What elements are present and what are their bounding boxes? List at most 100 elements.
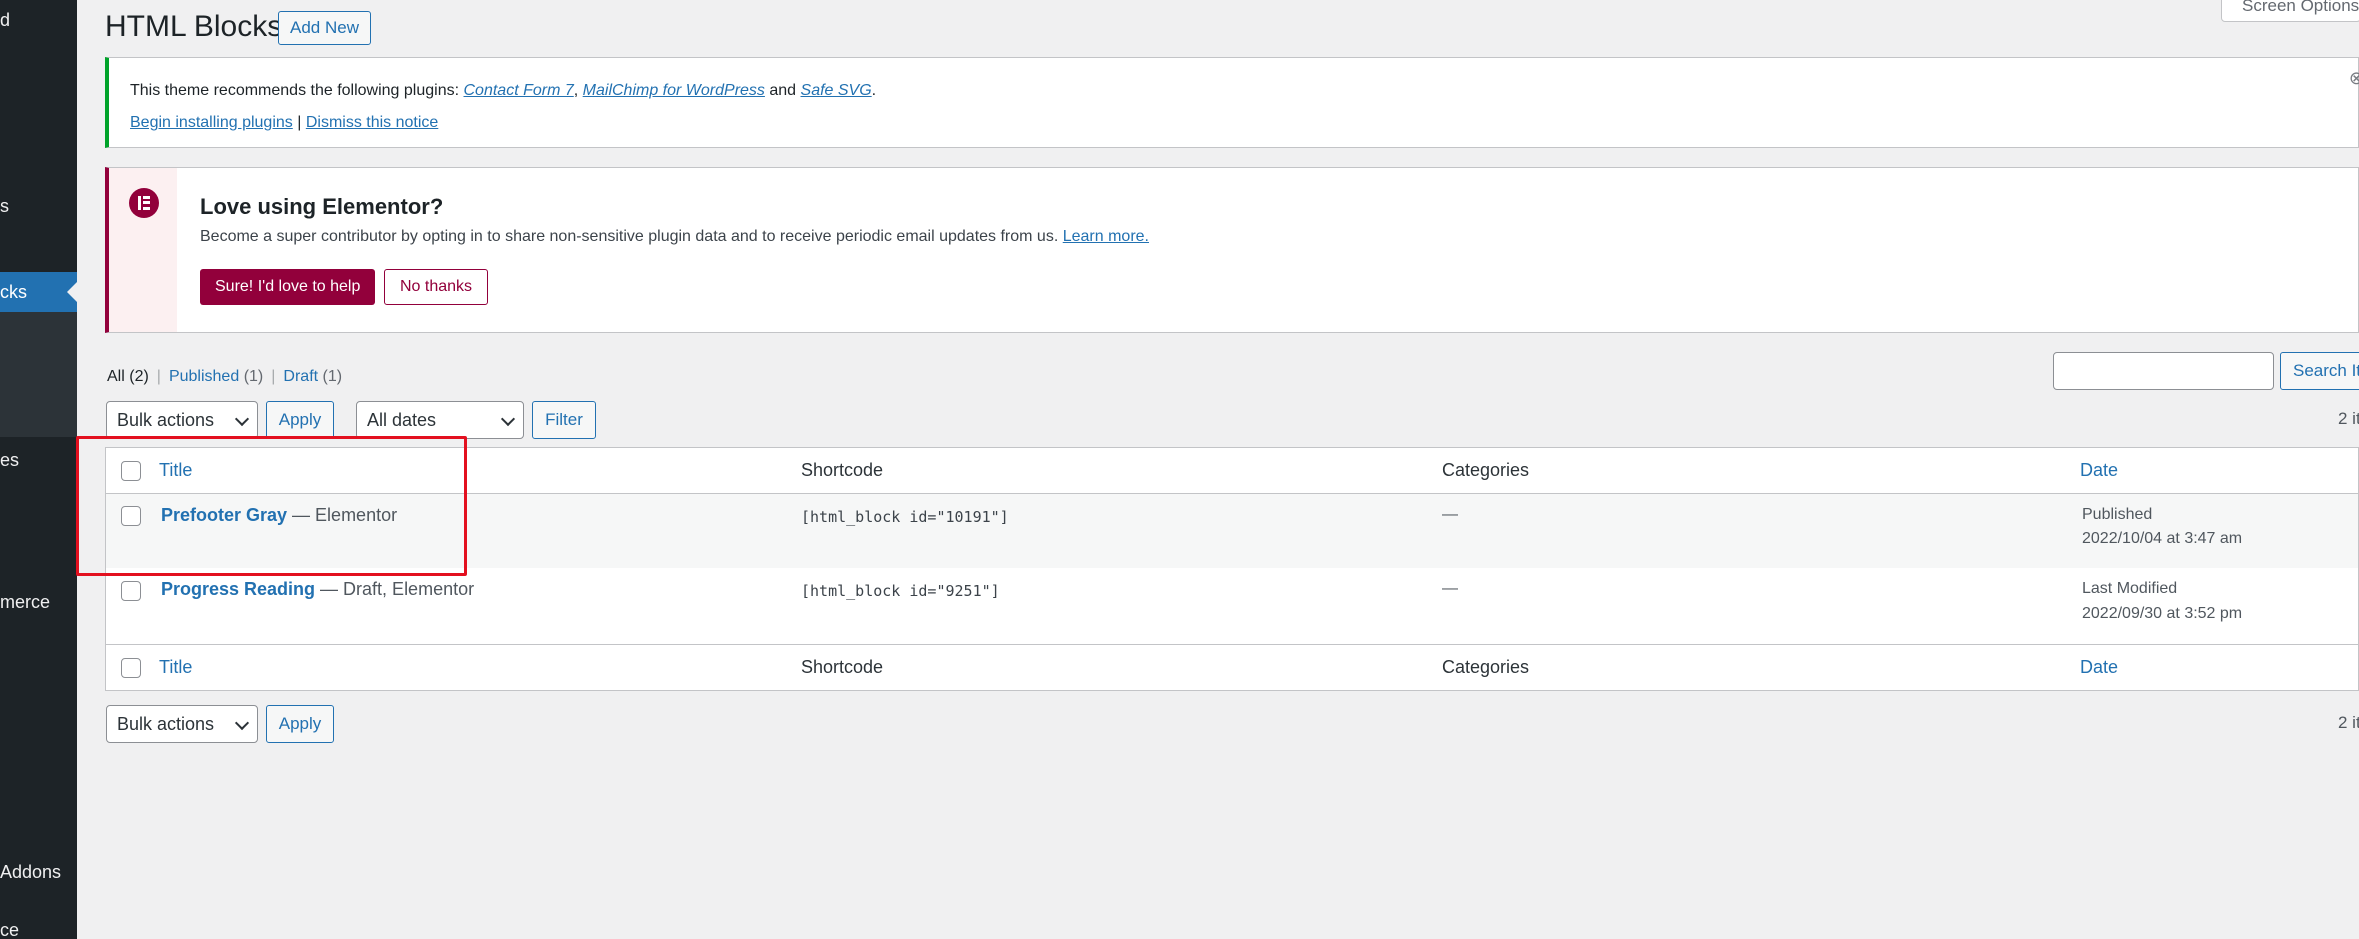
row-title-link[interactable]: Progress Reading — [161, 579, 315, 599]
view-published-label: Published — [168, 368, 240, 385]
column-categories: Categories — [1442, 460, 1530, 480]
sidebar-item-label: s — [0, 196, 9, 216]
notice-prefix: This theme recommends the following plug… — [130, 82, 464, 99]
bulk-actions-select-bottom[interactable]: Bulk actions — [106, 705, 258, 743]
notice-pipe: | — [292, 114, 306, 131]
row-categories: — — [1442, 580, 1458, 597]
row-checkbox[interactable] — [121, 581, 141, 601]
row-date: 2022/10/04 at 3:47 am — [2082, 530, 2243, 547]
row-title: Prefooter Gray — Elementor — [161, 505, 397, 526]
items-count-bottom: 2 items — [2338, 713, 2359, 732]
notice-separator: , — [573, 82, 583, 99]
contact-form-7-link[interactable]: Contact Form 7 — [464, 82, 574, 99]
row-shortcode: [html_block id="9251"] — [801, 582, 1000, 600]
sidebar-item-dashboard[interactable]: d — [0, 0, 77, 40]
learn-more-link[interactable]: Learn more. — [1063, 228, 1149, 245]
elementor-notice-description: Become a super contributor by opting in … — [200, 228, 1149, 246]
table-row: Progress Reading — Draft, Elementor [htm… — [106, 569, 2358, 643]
dismiss-notice-link[interactable]: Dismiss this notice — [306, 114, 438, 131]
date-filter-select[interactable]: All dates — [356, 401, 524, 439]
sidebar-item-woocommerce[interactable]: merce — [0, 582, 77, 622]
bulk-actions-value: Bulk actions — [117, 410, 215, 430]
search-input[interactable] — [2053, 352, 2274, 390]
row-title: Progress Reading — Draft, Elementor — [161, 579, 474, 600]
chevron-down-icon — [234, 411, 250, 427]
sidebar-item-label: es — [0, 450, 20, 470]
view-all-count: (2) — [129, 368, 149, 385]
close-icon[interactable]: ⊗ — [2349, 68, 2359, 89]
row-title-link[interactable]: Prefooter Gray — [161, 505, 287, 525]
plugin-recommendation-notice: This theme recommends the following plug… — [105, 57, 2359, 148]
view-separator: | — [271, 368, 276, 385]
row-status: Published — [2082, 506, 2153, 523]
filter-button[interactable]: Filter — [532, 401, 596, 439]
bulk-actions-value: Bulk actions — [117, 714, 215, 734]
elementor-optin-notice: Love using Elementor? Become a super con… — [105, 167, 2359, 333]
search-items-button[interactable]: Search Items — [2280, 352, 2359, 390]
view-all[interactable]: All (2) — [107, 368, 149, 385]
view-published[interactable]: Published (1) — [169, 368, 263, 385]
row-checkbox[interactable] — [121, 506, 141, 526]
row-date: 2022/09/30 at 3:52 pm — [2082, 605, 2243, 622]
sort-title-link[interactable]: Title — [159, 460, 192, 481]
row-categories: — — [1442, 506, 1458, 523]
opt-in-button[interactable]: Sure! I'd love to help — [200, 269, 376, 305]
sort-title-link[interactable]: Title — [159, 657, 192, 678]
column-categories: Categories — [1442, 657, 1530, 677]
chevron-down-icon — [234, 715, 250, 731]
sidebar-item-label: ce — [0, 920, 20, 939]
sidebar-item-addons[interactable]: Addons — [0, 852, 77, 892]
date-filter-value: All dates — [367, 410, 437, 430]
sidebar-item-label: cks — [0, 282, 27, 302]
apply-button[interactable]: Apply — [266, 401, 334, 439]
admin-sidebar: d s cks es merce Addons ce — [0, 0, 77, 939]
no-thanks-button[interactable]: No thanks — [384, 269, 489, 305]
bulk-actions-select[interactable]: Bulk actions — [106, 401, 258, 439]
row-post-state: — Elementor — [287, 505, 398, 525]
view-all-label: All — [107, 368, 125, 385]
sidebar-item-label: Addons — [0, 862, 62, 882]
sort-date-link[interactable]: Date — [2080, 460, 2118, 481]
table-row: Prefooter Gray — Elementor [html_block i… — [106, 494, 2358, 568]
mailchimp-link[interactable]: MailChimp for WordPress — [583, 82, 765, 99]
table-header: Title Shortcode Categories Date — [106, 448, 2358, 494]
apply-button-bottom[interactable]: Apply — [266, 705, 334, 743]
notice-actions: Begin installing plugins | Dismiss this … — [130, 114, 438, 132]
sidebar-item-pages[interactable]: es — [0, 440, 77, 480]
row-shortcode: [html_block id="10191"] — [801, 508, 1009, 526]
view-draft[interactable]: Draft (1) — [283, 368, 342, 385]
chevron-down-icon — [500, 411, 516, 427]
notice-text: This theme recommends the following plug… — [130, 82, 876, 100]
column-shortcode: Shortcode — [801, 460, 884, 480]
notice-separator: and — [764, 82, 801, 99]
safe-svg-link[interactable]: Safe SVG — [801, 82, 872, 99]
html-blocks-table: Title Shortcode Categories Date Prefoote… — [105, 447, 2359, 691]
select-all-checkbox[interactable] — [121, 461, 141, 481]
sidebar-item-label: merce — [0, 592, 51, 612]
view-draft-label: Draft — [283, 368, 319, 385]
table-footer: Title Shortcode Categories Date — [106, 644, 2358, 690]
sidebar-item-posts[interactable]: s — [0, 186, 77, 226]
view-separator: | — [156, 368, 161, 385]
page-title: HTML Blocks — [105, 10, 283, 43]
sidebar-item-label: d — [0, 10, 11, 30]
elementor-logo-icon — [129, 188, 159, 218]
notice-end: . — [871, 82, 877, 99]
elementor-notice-title: Love using Elementor? — [200, 194, 444, 219]
row-post-state: — Draft, Elementor — [315, 579, 475, 599]
column-shortcode: Shortcode — [801, 657, 884, 677]
sidebar-submenu — [0, 312, 77, 437]
items-count: 2 items — [2338, 409, 2359, 428]
screen-options-button[interactable]: Screen Options — [2221, 0, 2359, 22]
sidebar-item-appearance[interactable]: ce — [0, 910, 77, 939]
description-text: Become a super contributor by opting in … — [200, 228, 1063, 245]
view-published-count: (1) — [243, 368, 264, 385]
begin-installing-link[interactable]: Begin installing plugins — [130, 114, 293, 131]
sort-date-link[interactable]: Date — [2080, 657, 2118, 678]
row-status: Last Modified — [2082, 580, 2178, 597]
view-draft-count: (1) — [322, 368, 343, 385]
add-new-button[interactable]: Add New — [278, 11, 371, 45]
status-views: All (2) | Published (1) | Draft (1) — [107, 368, 342, 386]
select-all-checkbox[interactable] — [121, 658, 141, 678]
sidebar-item-html-blocks[interactable]: cks — [0, 272, 77, 312]
